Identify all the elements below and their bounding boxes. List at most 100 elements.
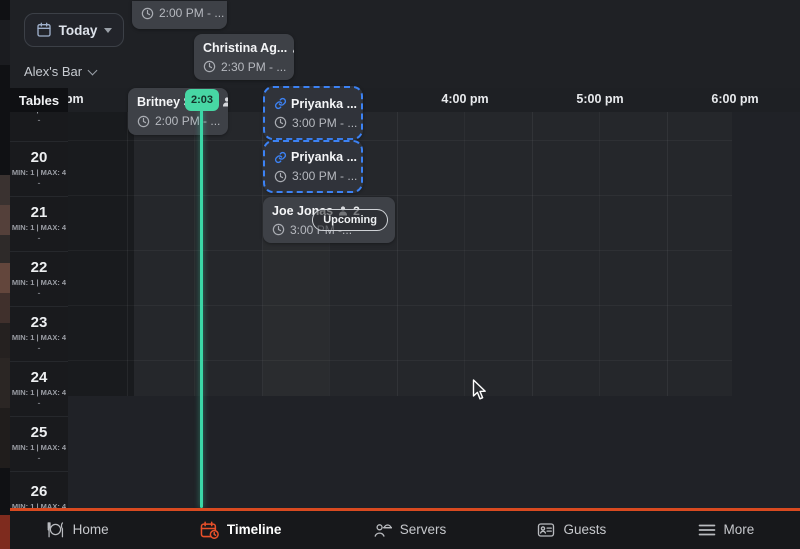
nav-item-more[interactable]: More (698, 522, 755, 537)
reservation-time-row: 2:00 PM - ... (141, 6, 218, 20)
table-number: 21 (31, 205, 48, 221)
bottom-nav: Home Timeline Servers Guests More (0, 511, 800, 549)
nav-item-home[interactable]: Home (46, 521, 109, 538)
current-time-badge: 2:03 (185, 89, 219, 111)
reservation-time-row: 3:00 PM - ... (274, 169, 352, 183)
reservation-time: 3:00 PM - ... (292, 116, 357, 130)
clock-icon (274, 170, 287, 183)
tables-rows: MIN: 1 | MAX: 4 - 20 MIN: 1 | MAX: 4 - 21 MIN:… (10, 112, 68, 508)
today-label: Today (59, 23, 98, 38)
table-number: 22 (31, 260, 48, 276)
row-gridline (0, 140, 732, 141)
table-status: - (38, 116, 41, 124)
table-min-max: MIN: 1 | MAX: 4 (12, 168, 66, 177)
reservation-card[interactable]: 2:00 PM - ... (132, 1, 227, 29)
row-gridline (0, 360, 732, 361)
restaurant-icon (46, 521, 65, 538)
time-label: 6:00 pm (711, 92, 758, 106)
today-button[interactable]: Today (24, 13, 124, 47)
status-badge: Upcoming (312, 209, 388, 231)
nav-label: Servers (400, 522, 447, 537)
nav-item-guests[interactable]: Guests (537, 522, 606, 538)
nav-item-servers[interactable]: Servers (373, 521, 447, 538)
reservation-time: 2:00 PM - ... (155, 114, 220, 128)
tables-panel: Tables MIN: 1 | MAX: 4-20MIN: 1 | MAX: 4… (10, 88, 68, 508)
time-label: 5:00 pm (576, 92, 623, 106)
row-gridline (0, 305, 732, 306)
table-min-max: MIN: 1 | MAX: 4 (12, 223, 66, 232)
table-row[interactable]: 23 MIN: 1 | MAX: 4 - (10, 307, 68, 362)
link-icon (274, 97, 287, 110)
table-min-max: MIN: 1 | MAX: 4 (12, 333, 66, 342)
table-min-max: MIN: 1 | MAX: 4 (12, 443, 66, 452)
chevron-down-icon (88, 65, 98, 75)
guest-name: Christina Ag... (203, 41, 287, 55)
reservation-name-row: Priyanka ...2 (274, 150, 352, 164)
timeline-screen: Today Alex's Bar 1:00 pm2:00 pm3:00 pm4:… (0, 0, 800, 549)
table-number: 23 (31, 315, 48, 331)
mouse-cursor (472, 379, 487, 401)
left-edge-artifact-strip (0, 0, 10, 549)
person-icon (361, 151, 363, 163)
table-number: 26 (31, 484, 48, 500)
reservation-time: 3:00 PM - ... (292, 169, 357, 183)
calendar-icon (36, 22, 52, 38)
nav-item-timeline[interactable]: Timeline (200, 521, 282, 539)
table-min-max: MIN: 1 | MAX: 4 (12, 388, 66, 397)
reservation-card[interactable]: Priyanka ...2 3:00 PM - ... (263, 140, 363, 193)
guest-card-icon (537, 522, 555, 538)
reservation-card[interactable]: Joe Jonas23:00 PM -...Upcoming (263, 197, 395, 243)
reservation-card[interactable]: Priyanka ...2 3:00 PM - ... (263, 86, 363, 140)
table-row[interactable]: 22 MIN: 1 | MAX: 4 - (10, 252, 68, 307)
tables-header: Tables (10, 88, 68, 112)
venue-name: Alex's Bar (24, 64, 82, 79)
table-status: - (38, 399, 41, 407)
row-gridline (0, 250, 732, 251)
reservation-time: 2:00 PM - ... (159, 6, 224, 20)
link-icon (274, 151, 287, 164)
table-row[interactable]: 20 MIN: 1 | MAX: 4 - (10, 142, 68, 197)
time-label: 4:00 pm (441, 92, 488, 106)
table-row[interactable]: 26MIN: 1 | MAX: 4 (10, 472, 68, 508)
menu-icon (698, 523, 716, 537)
reservation-time: 2:30 PM - ... (221, 60, 286, 74)
clock-icon (141, 7, 154, 20)
table-status: - (38, 289, 41, 297)
person-icon (361, 98, 363, 110)
table-number: 20 (31, 150, 48, 166)
table-status: - (38, 454, 41, 462)
reservation-name-row: Priyanka ...2 (274, 97, 352, 111)
table-number: 25 (31, 425, 48, 441)
table-status: - (38, 179, 41, 187)
table-min-max: MIN: 1 | MAX: 4 (12, 278, 66, 287)
reservation-time-row: 2:00 PM - ... (137, 114, 219, 128)
nav-label: More (724, 522, 755, 537)
calendar-clock-icon (200, 521, 219, 539)
table-status: - (38, 344, 41, 352)
reservation-card[interactable]: Christina Ag...2 2:30 PM - ... (194, 34, 294, 80)
clock-icon (272, 223, 285, 236)
chevron-down-icon (104, 28, 112, 33)
table-row[interactable]: 25 MIN: 1 | MAX: 4 - (10, 417, 68, 472)
clock-icon (137, 115, 150, 128)
table-row[interactable]: 21 MIN: 1 | MAX: 4 - (10, 197, 68, 252)
person-icon (221, 96, 228, 108)
table-min-max: MIN: 1 | MAX: 4 (12, 112, 66, 114)
guest-name: Priyanka ... (291, 97, 357, 111)
venue-selector[interactable]: Alex's Bar (24, 64, 96, 79)
row-gridline (0, 195, 732, 196)
table-status: - (38, 234, 41, 242)
clock-icon (274, 116, 287, 129)
clock-icon (203, 60, 216, 73)
nav-label: Home (73, 522, 109, 537)
table-row[interactable]: MIN: 1 | MAX: 4 - (10, 112, 68, 142)
table-number: 24 (31, 370, 48, 386)
current-time-line (200, 110, 203, 508)
reservation-time-row: 2:30 PM - ... (203, 60, 285, 74)
reservation-time-row: 3:00 PM - ... (274, 116, 352, 130)
top-bar: Today Alex's Bar (10, 0, 800, 88)
table-row[interactable]: 24 MIN: 1 | MAX: 4 - (10, 362, 68, 417)
nav-label: Guests (563, 522, 606, 537)
reservation-name-row: Christina Ag...2 (203, 41, 285, 55)
server-person-icon (373, 521, 392, 538)
